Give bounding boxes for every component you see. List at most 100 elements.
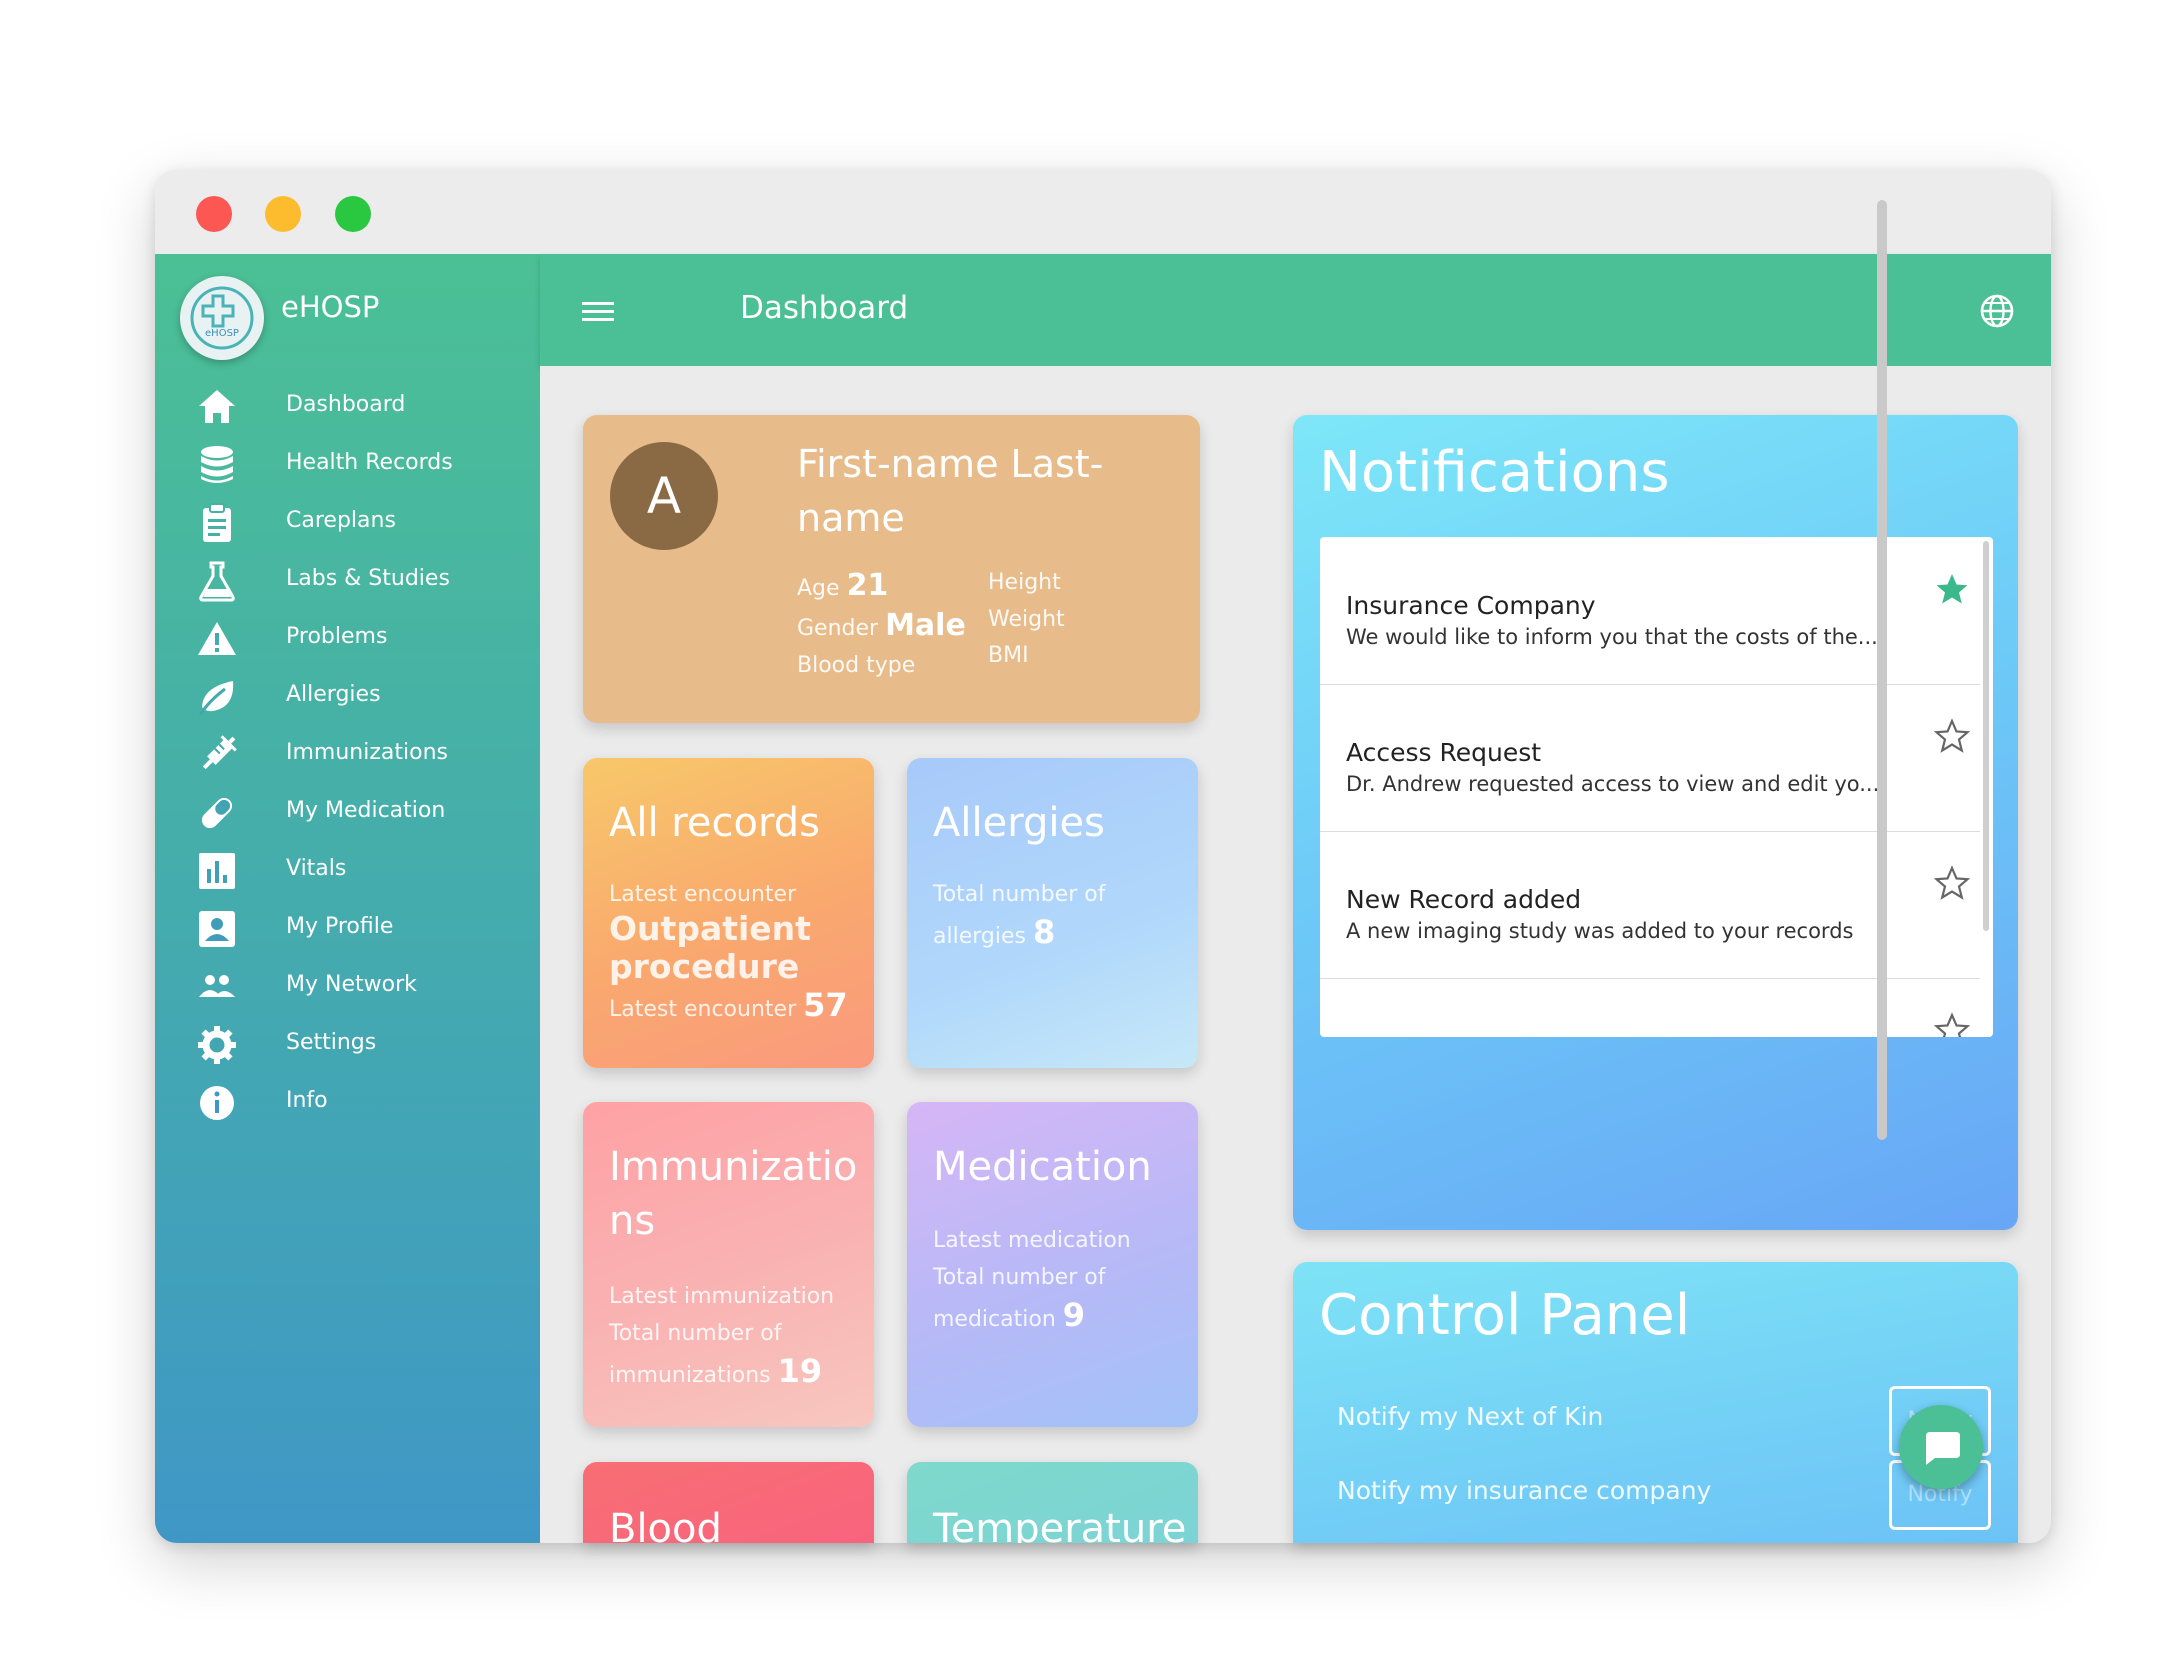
sidebar-item-info[interactable]: Info — [155, 1068, 540, 1138]
height-label: Height — [988, 570, 1061, 595]
immunizations-count-row: immunizations 19 — [609, 1352, 822, 1395]
gear-icon — [198, 1026, 236, 1064]
notification-body: We would like to inform you that the cos… — [1346, 625, 1878, 649]
page-scrollbar[interactable] — [1877, 200, 1887, 1140]
sidebar-item-label: Careplans — [286, 508, 396, 533]
encounter-count-label: Latest encounter — [609, 997, 797, 1022]
leaf-icon — [198, 681, 234, 716]
profile-icon — [199, 911, 235, 947]
notification-title: Insurance Company — [1346, 591, 1596, 620]
maximize-window-button[interactable] — [335, 196, 371, 232]
chat-button[interactable] — [1899, 1405, 1983, 1489]
encounter-count: 57 — [803, 986, 848, 1024]
pill-icon — [201, 797, 233, 829]
close-window-button[interactable] — [196, 196, 232, 232]
weight-label: Weight — [988, 607, 1065, 632]
warning-icon — [198, 622, 236, 655]
sidebar-item-label: Dashboard — [286, 392, 406, 417]
home-icon — [199, 390, 235, 423]
menu-icon[interactable] — [580, 294, 616, 328]
sidebar-item-label: Problems — [286, 624, 388, 649]
notification-title: New Record added — [1346, 885, 1582, 914]
star-filled-icon[interactable] — [1934, 571, 1970, 607]
control-row-label: Notify my Next of Kin — [1337, 1402, 1604, 1431]
notifications-scrollbar[interactable] — [1983, 541, 1989, 931]
blood-type-label: Blood type — [797, 653, 916, 678]
medication-card[interactable]: Medication Latest medication Total numbe… — [907, 1102, 1198, 1427]
sidebar-item-label: Allergies — [286, 682, 381, 707]
card-title-line-1: Immunizatio — [609, 1144, 858, 1190]
minimize-window-button[interactable] — [265, 196, 301, 232]
patient-name: First-name Last-name — [797, 442, 1104, 540]
globe-icon[interactable] — [1978, 292, 2016, 330]
notification-body: A new imaging study was added to your re… — [1346, 919, 1854, 943]
card-title-line-2: ns — [609, 1198, 656, 1244]
patient-card[interactable]: A First-name Last-name Age 21 Gender Mal… — [583, 415, 1200, 723]
sidebar-item-label: Health Records — [286, 450, 453, 475]
chat-icon — [1926, 1432, 1960, 1465]
clipboard-icon — [203, 503, 231, 542]
header-bar: Dashboard — [540, 254, 2051, 366]
database-icon — [201, 446, 233, 483]
sidebar-item-label: Info — [286, 1088, 328, 1113]
medication-count: 9 — [1062, 1296, 1086, 1334]
card-title: Allergies — [933, 800, 1105, 846]
control-panel-card: Control Panel Notify my Next of Kin Noti… — [1293, 1262, 2018, 1543]
sidebar-item-label: Labs & Studies — [286, 566, 450, 591]
flask-icon — [199, 561, 235, 602]
allergies-card[interactable]: Allergies Total number of allergies 8 — [907, 758, 1198, 1068]
svg-text:eHOSP: eHOSP — [205, 328, 239, 339]
star-outline-icon[interactable] — [1934, 1012, 1970, 1037]
card-title: Medication — [933, 1144, 1152, 1190]
encounter-count-row: Latest encounter 57 — [609, 986, 848, 1029]
allergies-label-1: Total number of — [933, 882, 1106, 907]
blood-card[interactable]: Blood — [583, 1462, 874, 1543]
notifications-card: Notifications Insurance Company We would… — [1293, 415, 2018, 1230]
notification-title: Access Request — [1346, 738, 1542, 767]
card-title: Blood — [609, 1506, 722, 1543]
allergies-count: 8 — [1032, 913, 1056, 951]
page-title: Dashboard — [740, 290, 909, 326]
people-icon — [199, 975, 235, 997]
patient-gender-row: Gender Male — [797, 608, 966, 643]
medication-count-row: medication 9 — [933, 1296, 1085, 1339]
notification-body: Dr. Andrew requested access to view and … — [1346, 772, 1880, 796]
patient-age-row: Age 21 — [797, 568, 888, 603]
gender-label: Gender — [797, 616, 879, 641]
star-outline-icon[interactable] — [1934, 865, 1970, 901]
card-title: All records — [609, 800, 820, 846]
latest-immunization-label: Latest immunization — [609, 1284, 835, 1309]
control-panel-title: Control Panel — [1319, 1283, 1691, 1348]
latest-medication-label: Latest medication — [933, 1228, 1131, 1253]
gender-value: Male — [885, 608, 966, 643]
chart-icon — [199, 853, 235, 889]
immunizations-total-label: Total number of — [609, 1321, 782, 1346]
app-logo[interactable]: eHOSP — [180, 276, 264, 360]
app-name: eHOSP — [281, 290, 380, 324]
info-icon — [200, 1086, 234, 1120]
allergies-count-row: allergies 8 — [933, 913, 1055, 956]
age-value: 21 — [846, 568, 889, 603]
bmi-label: BMI — [988, 643, 1029, 668]
window-titlebar — [155, 170, 2051, 254]
logo-icon: eHOSP — [190, 286, 254, 350]
syringe-icon — [202, 735, 237, 770]
sidebar-item-label: My Network — [286, 972, 417, 997]
medication-total-label: Total number of — [933, 1265, 1106, 1290]
sidebar-item-label: My Profile — [286, 914, 394, 939]
medication-label-3: medication — [933, 1307, 1056, 1332]
allergies-label-2: allergies — [933, 924, 1026, 949]
star-outline-icon[interactable] — [1934, 718, 1970, 754]
immunizations-count: 19 — [777, 1352, 823, 1390]
immunizations-label-3: immunizations — [609, 1363, 771, 1388]
age-label: Age — [797, 576, 840, 601]
notifications-title: Notifications — [1319, 440, 1670, 505]
sidebar-item-label: Settings — [286, 1030, 377, 1055]
all-records-card[interactable]: All records Latest encounter Outpatient … — [583, 758, 874, 1068]
immunizations-card[interactable]: Immunizatio ns Latest immunization Total… — [583, 1102, 874, 1427]
temperature-card[interactable]: Temperature — [907, 1462, 1198, 1543]
sidebar-item-label: Vitals — [286, 856, 347, 881]
sidebar: eHOSP eHOSP Dashboard Health Records Car… — [155, 254, 540, 1543]
sidebar-item-label: My Medication — [286, 798, 446, 823]
card-title: Temperature — [933, 1506, 1187, 1543]
